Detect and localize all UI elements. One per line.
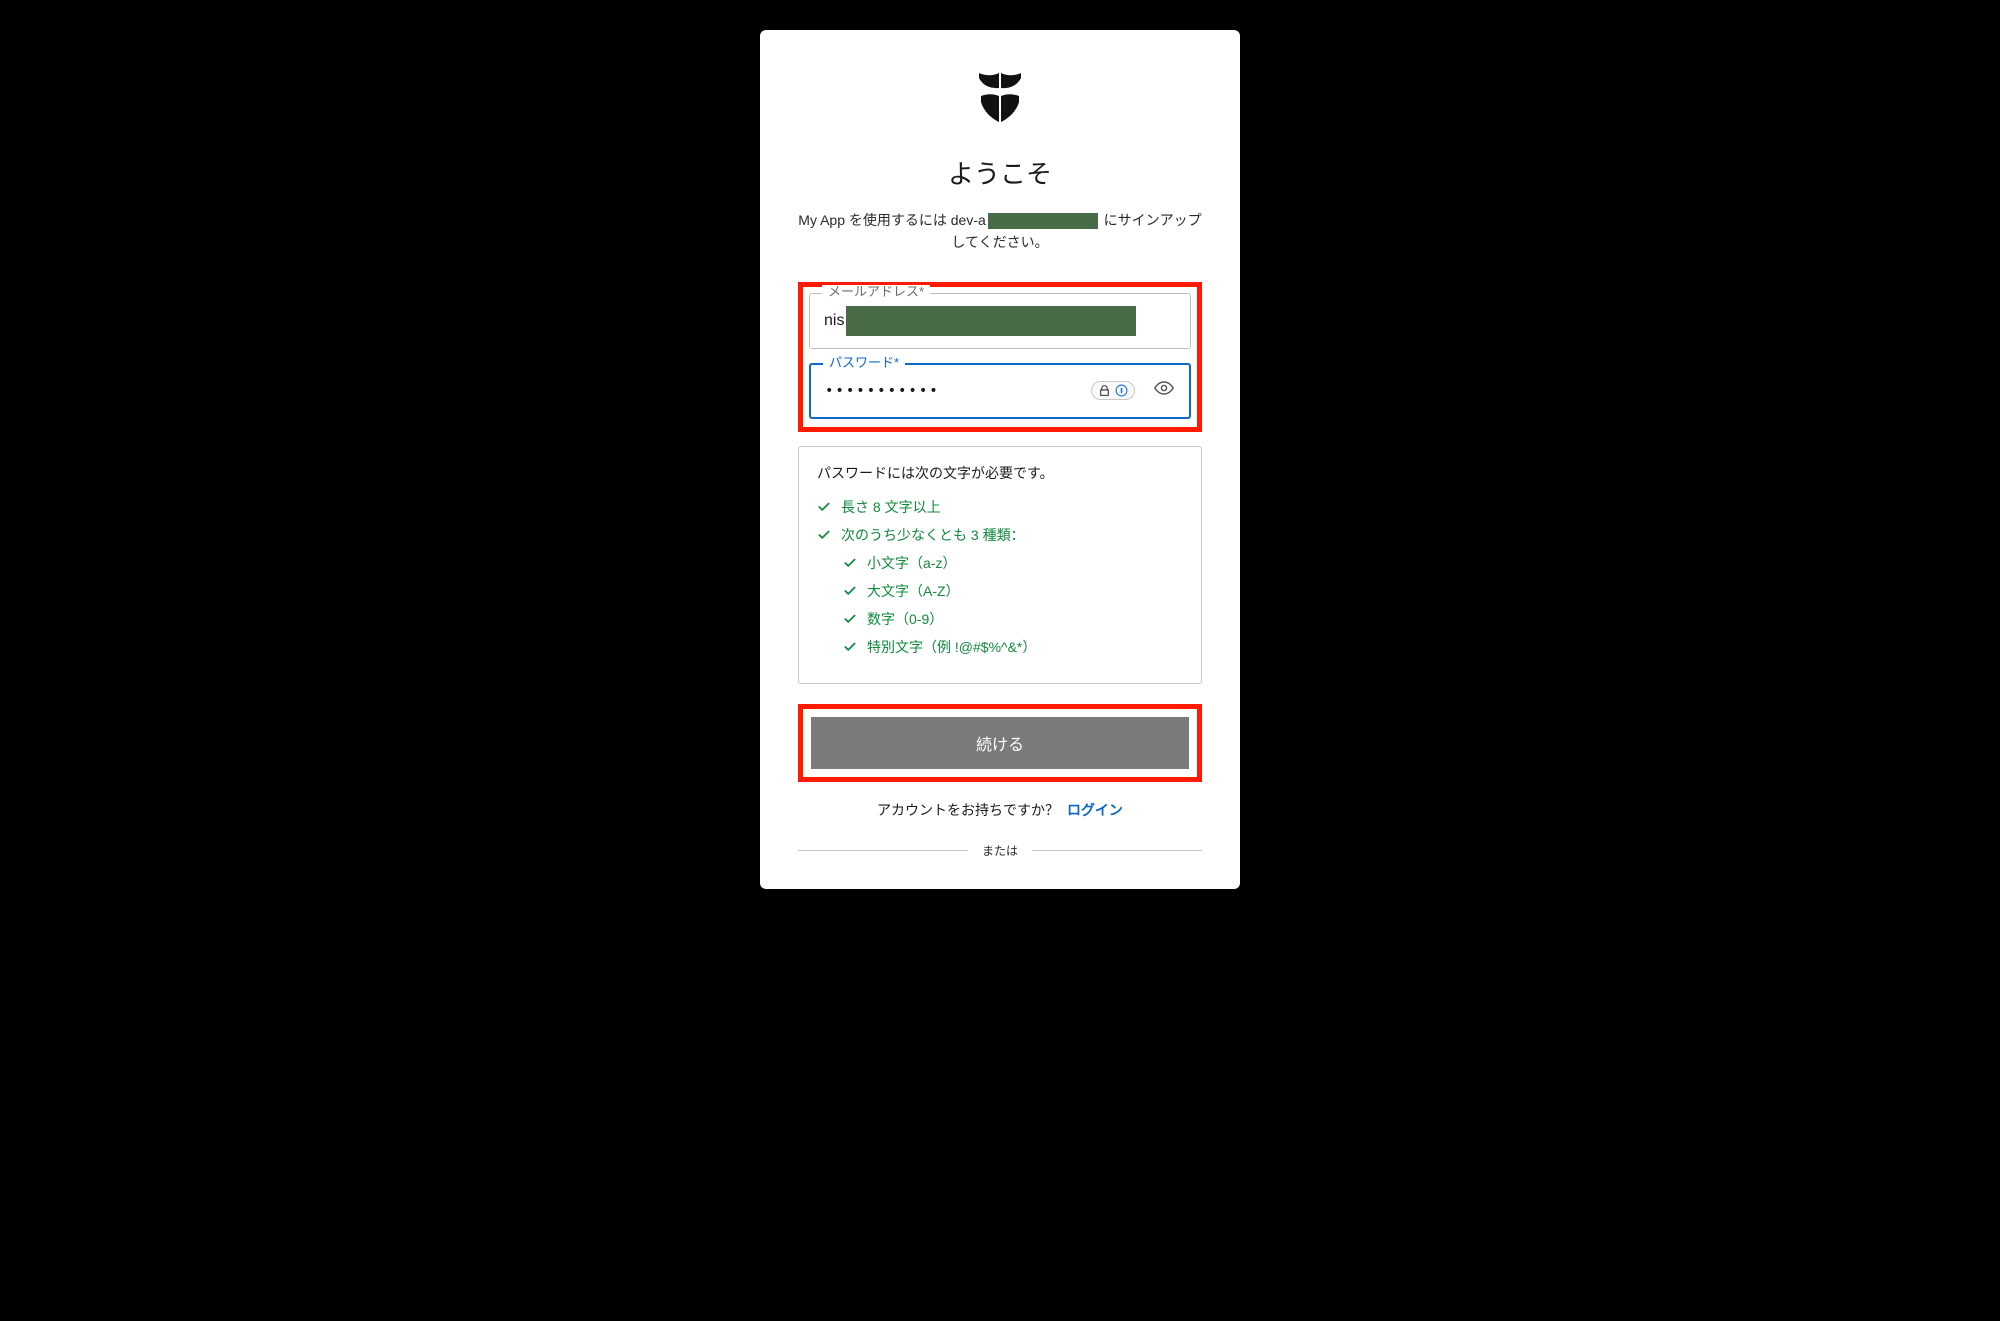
requirement-text: 大文字（A-Z）: [867, 581, 960, 601]
redacted-email: [846, 306, 1136, 336]
requirement-text: 小文字（a-z）: [867, 553, 956, 573]
check-icon: [843, 612, 857, 626]
logo-container: [798, 70, 1202, 124]
continue-button[interactable]: 続ける: [811, 717, 1189, 769]
eye-icon: [1153, 377, 1175, 399]
login-prompt-text: アカウントをお持ちですか？: [877, 802, 1059, 818]
requirement-item: 長さ 8 文字以上: [817, 497, 1183, 517]
password-field[interactable]: パスワード* •••••••••••: [809, 363, 1191, 419]
password-icons: [1091, 377, 1175, 404]
requirement-text: 特別文字（例 !@#$%^&*）: [867, 637, 1036, 657]
requirement-item: 小文字（a-z）: [817, 553, 1183, 573]
check-icon: [843, 640, 857, 654]
highlight-continue: 続ける: [798, 704, 1202, 782]
email-field[interactable]: メールアドレス* nis: [809, 293, 1191, 349]
password-masked: •••••••••••: [825, 383, 1091, 399]
shield-logo-icon: [975, 70, 1025, 124]
requirement-item: 次のうち少なくとも 3 種類：: [817, 525, 1183, 545]
requirement-item: 特別文字（例 !@#$%^&*）: [817, 637, 1183, 657]
requirements-list: 長さ 8 文字以上次のうち少なくとも 3 種類： 小文字（a-z） 大文字（A-Z）…: [817, 497, 1183, 657]
requirement-item: 数字（0-9）: [817, 609, 1183, 629]
highlight-inputs: メールアドレス* nis パスワード* •••••••••••: [798, 282, 1202, 432]
check-icon: [843, 584, 857, 598]
password-manager-pill[interactable]: [1091, 381, 1135, 400]
requirements-heading: パスワードには次の文字が必要です。: [817, 463, 1183, 483]
subtitle-pre: My App を使用するには dev-a: [798, 212, 986, 228]
email-value-prefix: nis: [824, 312, 844, 330]
password-requirements: パスワードには次の文字が必要です。 長さ 8 文字以上次のうち少なくとも 3 種…: [798, 446, 1202, 684]
requirement-text: 次のうち少なくとも 3 種類：: [841, 525, 1025, 545]
requirement-text: 数字（0-9）: [867, 609, 943, 629]
login-link[interactable]: ログイン: [1067, 802, 1123, 818]
page-title: ようこそ: [798, 154, 1202, 191]
requirement-text: 長さ 8 文字以上: [841, 497, 941, 517]
email-label: メールアドレス*: [822, 285, 930, 298]
password-label: パスワード*: [823, 356, 905, 369]
divider: または: [798, 842, 1202, 859]
login-prompt-row: アカウントをお持ちですか？ ログイン: [798, 800, 1202, 820]
check-icon: [817, 500, 831, 514]
signup-card: ようこそ My App を使用するには dev-a にサインアップしてください。…: [760, 30, 1240, 889]
divider-label: または: [982, 842, 1018, 859]
toggle-password-visibility[interactable]: [1153, 377, 1175, 404]
check-icon: [817, 528, 831, 542]
subtitle: My App を使用するには dev-a にサインアップしてください。: [798, 209, 1202, 254]
redacted-tenant: [988, 213, 1098, 229]
requirement-item: 大文字（A-Z）: [817, 581, 1183, 601]
check-icon: [843, 556, 857, 570]
lock-icon: [1098, 384, 1111, 397]
onepassword-icon: [1115, 384, 1128, 397]
